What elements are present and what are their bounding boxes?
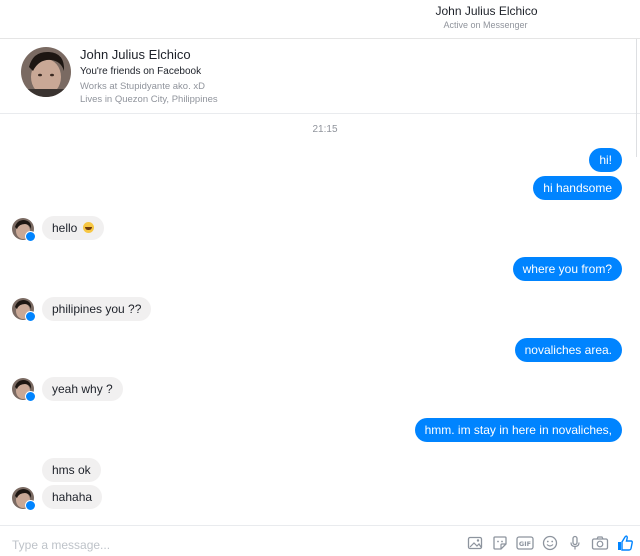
image-icon[interactable]	[466, 534, 484, 552]
gif-icon[interactable]: GIF	[516, 534, 534, 552]
profile-avatar[interactable]	[21, 47, 71, 97]
incoming-message-text: hello	[52, 221, 78, 235]
message-timestamp: 21:15	[312, 124, 338, 135]
sender-avatar[interactable]	[12, 378, 36, 402]
sender-avatar[interactable]	[12, 218, 36, 242]
outgoing-message[interactable]: hi!	[589, 148, 622, 172]
outgoing-message[interactable]: hmm. im stay in here in novaliches,	[414, 418, 622, 442]
sender-avatar[interactable]	[12, 298, 36, 322]
grinning-face-icon	[82, 222, 94, 233]
header-active-status: Active on Messenger	[443, 20, 528, 30]
composer-toolbar: GIF	[466, 534, 634, 552]
profile-friends-status: You're friends on Facebook	[80, 66, 202, 77]
header-contact-name[interactable]: John Julius Elchico	[0, 4, 640, 18]
incoming-message[interactable]: philipines you ??	[42, 297, 152, 321]
sticker-icon[interactable]	[491, 534, 509, 552]
profile-location: Lives in Quezon City, Philippines	[80, 94, 218, 105]
camera-icon[interactable]	[591, 534, 609, 552]
messenger-badge-icon	[25, 500, 36, 511]
profile-card: John Julius Elchico You're friends on Fa…	[0, 39, 640, 114]
messenger-badge-icon	[25, 231, 36, 242]
message-input[interactable]: Type a message...	[12, 538, 110, 552]
incoming-message[interactable]: hms ok	[42, 458, 101, 482]
outgoing-message[interactable]: hi handsome	[533, 176, 622, 200]
incoming-message[interactable]: hello	[42, 216, 104, 240]
outgoing-message[interactable]: novaliches area.	[514, 338, 622, 362]
conversation-header: John Julius Elchico Active on Messenger	[0, 0, 640, 39]
profile-work: Works at Stupidyante ako. xD	[80, 81, 205, 92]
microphone-icon[interactable]	[566, 534, 584, 552]
sender-avatar[interactable]	[12, 487, 36, 511]
incoming-message[interactable]: yeah why ?	[42, 377, 123, 401]
scrollbar-track[interactable]	[636, 39, 637, 157]
like-icon[interactable]	[616, 534, 634, 552]
emoji-icon[interactable]	[541, 534, 559, 552]
svg-text:GIF: GIF	[519, 540, 531, 548]
message-composer: Type a message... GIF	[0, 525, 640, 556]
incoming-message[interactable]: hahaha	[42, 485, 103, 509]
outgoing-message[interactable]: where you from?	[512, 257, 622, 281]
profile-name[interactable]: John Julius Elchico	[80, 47, 191, 62]
messenger-badge-icon	[25, 391, 36, 402]
messenger-badge-icon	[25, 311, 36, 322]
